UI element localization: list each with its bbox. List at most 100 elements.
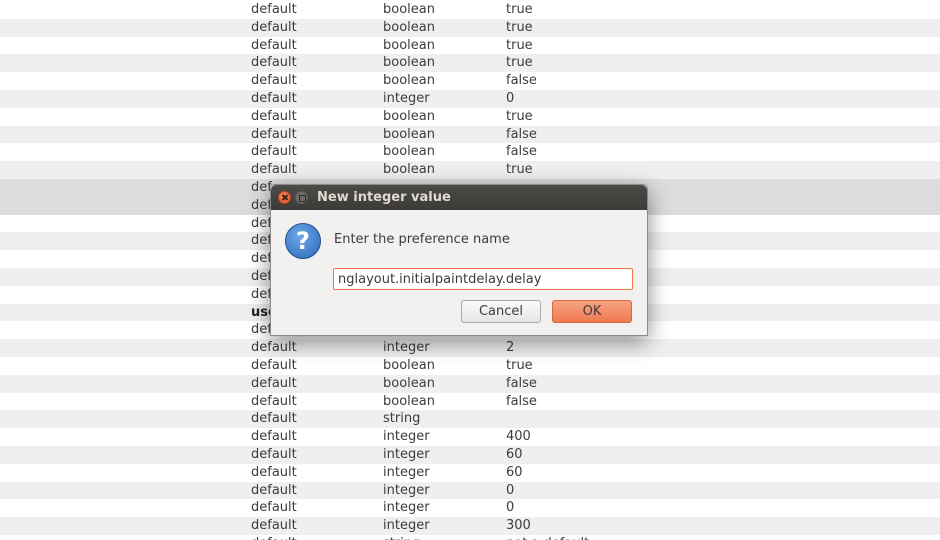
table-row[interactable]: default boolean true	[0, 161, 940, 179]
table-row[interactable]: default boolean false	[0, 374, 940, 393]
value-cell: true	[506, 358, 533, 373]
status-cell: default	[251, 447, 297, 462]
status-cell: def	[251, 215, 272, 231]
status-cell: default	[251, 108, 297, 124]
status-cell: default	[251, 55, 297, 71]
status-cell: def	[251, 180, 272, 195]
value-cell: 60	[506, 447, 523, 462]
value-cell: false	[506, 375, 537, 391]
status-cell: default	[251, 393, 297, 409]
question-icon: ?	[285, 223, 321, 259]
table-row[interactable]: default string	[0, 410, 940, 429]
type-cell: boolean	[383, 162, 435, 178]
type-cell: boolean	[383, 19, 435, 35]
status-cell: default	[251, 144, 297, 160]
table-row[interactable]: default boolean true	[0, 54, 940, 73]
value-cell: false	[506, 393, 537, 409]
table-row[interactable]: default integer 0	[0, 481, 940, 500]
dialog-title: New integer value	[317, 190, 451, 205]
type-cell: boolean	[383, 55, 435, 71]
status-cell: def	[251, 269, 272, 284]
value-cell: 2	[506, 340, 515, 356]
type-cell: boolean	[383, 358, 435, 373]
value-cell: true	[506, 37, 533, 53]
status-cell: default	[251, 518, 297, 534]
table-row[interactable]: default boolean true	[0, 18, 940, 37]
dialog-titlebar[interactable]: New integer value	[271, 185, 647, 210]
value-cell: 300	[506, 518, 531, 534]
table-row[interactable]: default boolean false	[0, 393, 940, 411]
type-cell: boolean	[383, 73, 435, 89]
table-row[interactable]: default integer 300	[0, 517, 940, 535]
status-cell: def	[251, 197, 272, 213]
table-row[interactable]: default boolean true	[0, 108, 940, 126]
type-cell: integer	[383, 91, 430, 106]
status-cell: default	[251, 19, 297, 35]
type-cell: integer	[383, 429, 430, 445]
status-cell: def	[251, 286, 272, 302]
value-cell: 0	[506, 500, 515, 516]
table-row[interactable]: default integer 0	[0, 499, 940, 517]
dialog-prompt: Enter the preference name	[334, 232, 510, 247]
type-cell: boolean	[383, 126, 435, 142]
type-cell: boolean	[383, 108, 435, 124]
status-cell: default	[251, 358, 297, 373]
type-cell: integer	[383, 340, 430, 356]
type-cell: integer	[383, 500, 430, 516]
value-cell: true	[506, 2, 533, 17]
status-cell: default	[251, 429, 297, 445]
status-cell: def	[251, 251, 272, 267]
table-row[interactable]: default boolean true	[0, 357, 940, 375]
table-row[interactable]: default integer 400	[0, 428, 940, 446]
type-cell: boolean	[383, 2, 435, 17]
status-cell: def	[251, 322, 272, 338]
status-cell: default	[251, 126, 297, 142]
close-icon[interactable]	[278, 191, 291, 204]
status-cell: default	[251, 340, 297, 356]
status-cell: default	[251, 535, 297, 540]
table-row[interactable]: default boolean false	[0, 143, 940, 161]
table-row[interactable]: default string not a default	[0, 535, 940, 540]
table-row[interactable]: default integer 60	[0, 446, 940, 464]
table-row[interactable]: default integer 60	[0, 464, 940, 482]
type-cell: boolean	[383, 144, 435, 160]
value-cell: 60	[506, 464, 523, 480]
value-cell: true	[506, 19, 533, 35]
value-cell: true	[506, 108, 533, 124]
type-cell: boolean	[383, 375, 435, 391]
value-cell: 0	[506, 482, 515, 498]
status-cell: default	[251, 91, 297, 106]
value-cell: true	[506, 55, 533, 71]
value-cell: false	[506, 144, 537, 160]
status-cell: default	[251, 37, 297, 53]
preference-name-input[interactable]	[333, 268, 633, 290]
type-cell: boolean	[383, 37, 435, 53]
table-row[interactable]: default boolean true	[0, 37, 940, 55]
status-cell: default	[251, 482, 297, 498]
status-cell: default	[251, 411, 297, 427]
ok-button[interactable]: OK	[552, 300, 632, 323]
status-cell: default	[251, 73, 297, 89]
value-cell: 0	[506, 91, 515, 106]
type-cell: boolean	[383, 393, 435, 409]
table-row[interactable]: default boolean true	[0, 1, 940, 19]
status-cell: default	[251, 500, 297, 516]
status-cell: default	[251, 2, 297, 17]
status-cell: def	[251, 233, 272, 249]
value-cell: true	[506, 162, 533, 178]
value-cell: 400	[506, 429, 531, 445]
table-row[interactable]: default integer 2	[0, 339, 940, 357]
table-row[interactable]: default boolean false	[0, 72, 940, 90]
type-cell: integer	[383, 464, 430, 480]
status-cell: default	[251, 464, 297, 480]
value-cell: false	[506, 73, 537, 89]
table-row[interactable]: default boolean false	[0, 125, 940, 144]
status-cell: default	[251, 162, 297, 178]
type-cell: integer	[383, 482, 430, 498]
value-cell: not a default	[506, 535, 589, 540]
minimize-icon[interactable]	[295, 191, 308, 204]
cancel-button[interactable]: Cancel	[461, 300, 541, 323]
new-integer-dialog: New integer value ? Enter the preference…	[270, 184, 648, 336]
table-row[interactable]: default integer 0	[0, 90, 940, 108]
status-cell: default	[251, 375, 297, 391]
